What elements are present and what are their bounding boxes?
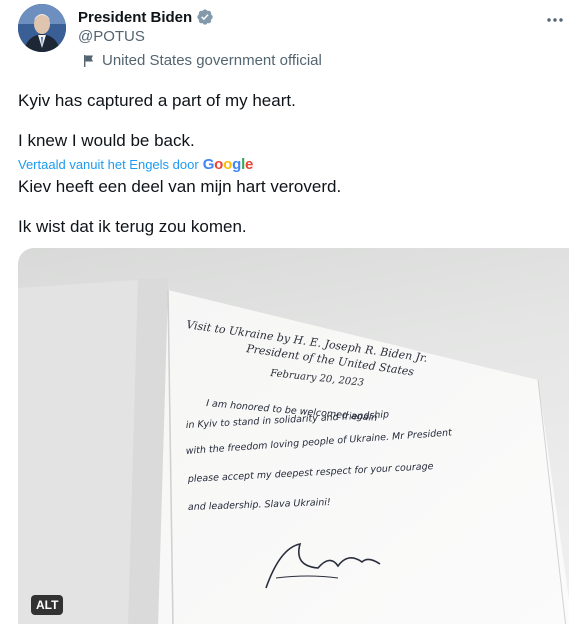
google-letter-o1: o [214, 156, 224, 173]
avatar[interactable] [18, 4, 66, 52]
affiliation: United States government official [82, 52, 322, 69]
tweet[interactable]: President Biden @POTUS United States gov… [0, 0, 569, 624]
alt-text-badge[interactable]: ALT [31, 595, 64, 615]
translation-notice[interactable]: Vertaald vanuit het Engels door Google [18, 154, 253, 176]
affiliation-label: United States government official [102, 52, 322, 69]
google-logo: Google [203, 154, 254, 176]
tweet-line: I knew I would be back. [18, 131, 195, 150]
google-letter-e: e [245, 156, 254, 173]
more-options-icon[interactable] [545, 10, 565, 30]
google-letter-g2: g [232, 156, 242, 173]
avatar-image [18, 4, 66, 52]
google-letter-o2: o [223, 156, 233, 173]
verified-badge-icon[interactable] [196, 8, 214, 26]
flag-icon [82, 54, 96, 68]
translated-line: Kiev heeft een deel van mijn hart verove… [18, 177, 342, 196]
name-row: President Biden [78, 8, 214, 26]
google-letter-g: G [202, 156, 215, 173]
tweet-header: President Biden @POTUS United States gov… [18, 4, 569, 70]
handle[interactable]: @POTUS [78, 28, 145, 45]
display-name[interactable]: President Biden [78, 9, 192, 26]
translated-line: Ik wist dat ik terug zou komen. [18, 217, 247, 236]
tweet-line: Kyiv has captured a part of my heart. [18, 91, 296, 110]
translation-notice-label: Vertaald vanuit het Engels door [18, 157, 199, 172]
guestbook-photo: Visit to Ukraine by H. E. Joseph R. Bide… [18, 278, 569, 624]
tweet-photo[interactable]: Visit to Ukraine by H. E. Joseph R. Bide… [18, 248, 569, 624]
